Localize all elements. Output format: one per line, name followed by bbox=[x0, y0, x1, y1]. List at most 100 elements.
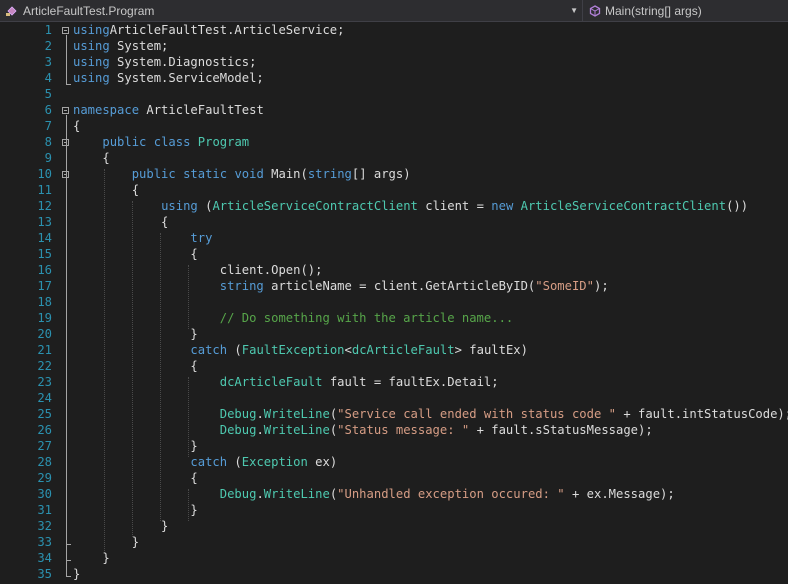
code-text: { bbox=[73, 118, 80, 134]
code-line[interactable]: 8 public class Program bbox=[0, 134, 788, 150]
code-line[interactable]: 3 using System.Diagnostics; bbox=[0, 54, 788, 70]
code-line[interactable]: 15 { bbox=[0, 246, 788, 262]
line-number: 26 bbox=[37, 423, 52, 437]
code-line[interactable]: 24 bbox=[0, 390, 788, 406]
code-text: { bbox=[73, 358, 198, 374]
code-token: articleName = client.GetArticleByID( bbox=[263, 279, 536, 293]
code-line[interactable]: 35} bbox=[0, 566, 788, 582]
code-line[interactable]: 34 } bbox=[0, 550, 788, 566]
code-text: using (ArticleServiceContractClient clie… bbox=[73, 198, 748, 214]
code-token: { bbox=[73, 359, 198, 373]
code-token: catch bbox=[190, 455, 228, 469]
code-line[interactable]: 4 using System.ServiceModel; bbox=[0, 70, 788, 86]
line-number: 12 bbox=[37, 199, 52, 213]
code-line[interactable]: 32 } bbox=[0, 518, 788, 534]
code-token: static bbox=[183, 167, 228, 181]
code-line[interactable]: 19 // Do something with the article name… bbox=[0, 310, 788, 326]
code-token: System; bbox=[109, 39, 169, 53]
code-token: ArticleServiceContractClient bbox=[520, 199, 727, 213]
code-text: Debug.WriteLine("Unhandled exception occ… bbox=[73, 486, 675, 502]
code-text: // Do something with the article name... bbox=[73, 310, 514, 326]
line-number: 30 bbox=[37, 487, 52, 501]
code-token: System.Diagnostics; bbox=[109, 55, 257, 69]
code-token: catch bbox=[190, 343, 228, 357]
code-line[interactable]: 18 bbox=[0, 294, 788, 310]
code-token: ArticleFaultTest.ArticleService; bbox=[109, 23, 345, 37]
code-text: Debug.WriteLine("Service call ended with… bbox=[73, 406, 788, 422]
code-line[interactable]: 13 { bbox=[0, 214, 788, 230]
code-line[interactable]: 17 string articleName = client.GetArticl… bbox=[0, 278, 788, 294]
code-token: try bbox=[190, 231, 213, 245]
line-number: 21 bbox=[37, 343, 52, 357]
type-dropdown[interactable]: ArticleFaultTest.Program ▼ bbox=[0, 0, 583, 21]
line-number: 5 bbox=[44, 87, 52, 101]
code-token: using bbox=[73, 71, 110, 85]
code-line[interactable]: 9 { bbox=[0, 150, 788, 166]
code-line[interactable]: 12 using (ArticleServiceContractClient c… bbox=[0, 198, 788, 214]
code-token: WriteLine bbox=[263, 407, 330, 421]
chevron-down-icon[interactable]: ▼ bbox=[570, 0, 578, 21]
code-line[interactable]: 29 { bbox=[0, 470, 788, 486]
code-line[interactable]: 10 public static void Main(string[] args… bbox=[0, 166, 788, 182]
code-token: [] args) bbox=[351, 167, 411, 181]
line-number: 7 bbox=[44, 119, 52, 133]
code-line[interactable]: 22 { bbox=[0, 358, 788, 374]
code-line[interactable]: 6 namespace ArticleFaultTest bbox=[0, 102, 788, 118]
code-text: { bbox=[73, 470, 197, 486]
code-line[interactable]: 14 try bbox=[0, 230, 788, 246]
code-line[interactable]: 25 Debug.WriteLine("Service call ended w… bbox=[0, 406, 788, 422]
line-number: 10 bbox=[37, 167, 52, 181]
code-line[interactable]: 31 } bbox=[0, 502, 788, 518]
code-line[interactable]: 30 Debug.WriteLine("Unhandled exception … bbox=[0, 486, 788, 502]
type-dropdown-label: ArticleFaultTest.Program bbox=[23, 3, 155, 18]
code-token: } bbox=[73, 503, 198, 517]
code-editor[interactable]: 1 usingArticleFaultTest.ArticleService; 2 u… bbox=[0, 21, 788, 584]
code-line[interactable]: 33 } bbox=[0, 534, 788, 550]
code-token: Program bbox=[197, 135, 250, 149]
code-token: new bbox=[491, 199, 514, 213]
code-token: "Status message: " bbox=[337, 423, 470, 437]
line-number: 3 bbox=[44, 55, 52, 69]
code-token: string bbox=[219, 279, 264, 293]
code-token: void bbox=[234, 167, 264, 181]
code-line[interactable]: 26 Debug.WriteLine("Status message: " + … bbox=[0, 422, 788, 438]
code-token: + fault.intStatusCode); bbox=[616, 407, 788, 421]
code-line[interactable]: 5 bbox=[0, 86, 788, 102]
code-text: Debug.WriteLine("Status message: " + fau… bbox=[73, 422, 653, 438]
code-line[interactable]: 23 dcArticleFault fault = faultEx.Detail… bbox=[0, 374, 788, 390]
member-dropdown[interactable]: Main(string[] args) bbox=[584, 0, 788, 21]
code-text: client.Open(); bbox=[73, 262, 323, 278]
code-line[interactable]: 20 } bbox=[0, 326, 788, 342]
code-line[interactable]: 27 } bbox=[0, 438, 788, 454]
code-line[interactable]: 2 using System; bbox=[0, 38, 788, 54]
code-token: string bbox=[307, 167, 352, 181]
code-token: { bbox=[73, 247, 198, 261]
code-line[interactable]: 21 catch (FaultException<dcArticleFault>… bbox=[0, 342, 788, 358]
line-number: 1 bbox=[44, 23, 52, 37]
code-token: } bbox=[73, 535, 140, 549]
line-number: 6 bbox=[44, 103, 52, 117]
code-token: "Service call ended with status code " bbox=[337, 407, 616, 421]
code-line[interactable]: 1 usingArticleFaultTest.ArticleService; bbox=[0, 22, 788, 38]
code-line[interactable]: 28 catch (Exception ex) bbox=[0, 454, 788, 470]
code-token: { bbox=[73, 183, 140, 197]
line-number: 8 bbox=[44, 135, 52, 149]
code-token: Debug bbox=[219, 407, 257, 421]
code-text: } bbox=[73, 438, 197, 454]
code-line[interactable]: 16 client.Open(); bbox=[0, 262, 788, 278]
code-line[interactable]: 7{ bbox=[0, 118, 788, 134]
code-token: client = bbox=[417, 199, 492, 213]
code-text: { bbox=[73, 150, 109, 166]
code-line[interactable]: 11 { bbox=[0, 182, 788, 198]
code-token: public bbox=[131, 167, 176, 181]
